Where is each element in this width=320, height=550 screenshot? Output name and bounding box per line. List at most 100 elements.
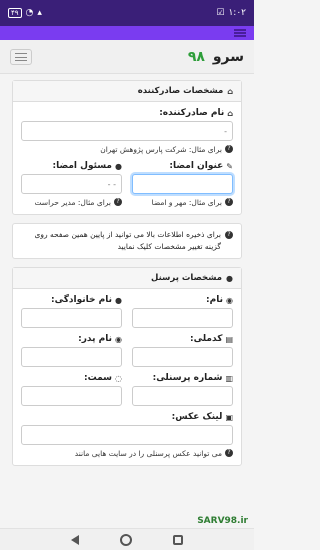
position-label-row: ◌ سمت: xyxy=(21,373,122,383)
father-group: ◉ نام پدر: xyxy=(21,334,122,367)
sign-person-help-text: برای مثال: مدیر حراست xyxy=(34,198,111,207)
user-circle-icon: ◉ xyxy=(115,334,122,344)
android-nav-bar xyxy=(0,528,254,550)
photo-input[interactable] xyxy=(21,425,233,445)
sign-title-help: ? برای مثال: مهر و امضا xyxy=(132,197,233,208)
issuer-help: ? برای مثال: شرکت پارس پژوهش تهران xyxy=(21,144,233,155)
position-group: ◌ سمت: xyxy=(21,373,122,406)
issuer-card-header: ⌂ مشخصات صادرکننده xyxy=(13,81,241,102)
number-row: ▥ شماره پرسنلی: ◌ سمت: xyxy=(21,373,233,406)
user-icon: ● xyxy=(115,161,122,171)
navbar-toggle-button[interactable] xyxy=(10,48,32,65)
sign-row: ✎ عنوان امضا: ? برای مثال: مهر و امضا ● … xyxy=(21,161,233,208)
photo-label-row: ▣ لینک عکس: xyxy=(21,412,233,422)
family-group: ● نام خانوادگی: xyxy=(21,295,122,328)
sign-title-label: عنوان امضا: xyxy=(169,161,224,171)
menu-icon xyxy=(15,52,27,61)
issuer-card-body: ⌂ نام صادرکننده: - ? برای مثال: شرکت پار… xyxy=(13,102,241,214)
father-input[interactable] xyxy=(21,347,122,367)
save-info-text: برای ذخیره اطلاعات بالا می توانید از پای… xyxy=(34,230,221,251)
family-label-row: ● نام خانوادگی: xyxy=(21,295,122,305)
personnel-no-label-row: ▥ شماره پرسنلی: xyxy=(132,373,233,383)
question-icon: ? xyxy=(225,231,233,239)
name-row: ◉ نام: ● نام خانوادگی: xyxy=(21,295,233,328)
personnel-card-title: مشخصات پرسنل xyxy=(151,273,223,283)
personnel-card-header: ● مشخصات پرسنل xyxy=(13,268,241,289)
sign-person-input[interactable]: - - xyxy=(21,174,122,194)
photo-label: لینک عکس: xyxy=(171,412,223,422)
issuer-label: نام صادرکننده: xyxy=(159,108,225,118)
position-label: سمت: xyxy=(84,373,113,383)
question-icon: ? xyxy=(225,449,233,457)
issuer-input[interactable]: - xyxy=(21,121,233,141)
sign-person-group: ● مسئول امضا: - - ? برای مثال: مدیر حراس… xyxy=(21,161,122,208)
sign-title-help-text: برای مثال: مهر و امضا xyxy=(151,198,222,207)
sign-title-group: ✎ عنوان امضا: ? برای مثال: مهر و امضا xyxy=(132,161,233,208)
sign-person-label-row: ● مسئول امضا: xyxy=(21,161,122,171)
position-input[interactable] xyxy=(21,386,122,406)
app-bar xyxy=(0,26,254,40)
issuer-group: ⌂ نام صادرکننده: - ? برای مثال: شرکت پار… xyxy=(21,108,233,155)
app-menu-icon[interactable] xyxy=(234,29,246,37)
status-right: ☑ ۱:۰۲ xyxy=(216,8,246,18)
personnel-card: ● مشخصات پرسنل ◉ نام: ● نام خانوادگی: ▤ … xyxy=(12,267,242,466)
question-icon: ? xyxy=(225,198,233,206)
site-watermark: SARV98.ir xyxy=(197,516,248,526)
sign-person-help: ? برای مثال: مدیر حراست xyxy=(21,197,122,208)
brand-name: سرو xyxy=(212,48,244,65)
name-input[interactable] xyxy=(132,308,233,328)
question-icon: ? xyxy=(225,145,233,153)
name-label: نام: xyxy=(206,295,224,305)
personnel-no-group: ▥ شماره پرسنلی: xyxy=(132,373,233,406)
battery-indicator: ۴۹ xyxy=(8,8,22,18)
status-bar: ۴۹ ◔ ▴ ☑ ۱:۰۲ xyxy=(0,0,254,26)
issuer-help-text: برای مثال: شرکت پارس پژوهش تهران xyxy=(100,145,222,154)
main-content: ⌂ مشخصات صادرکننده ⌂ نام صادرکننده: - ? … xyxy=(0,74,254,466)
user-icon: ● xyxy=(115,295,122,305)
name-group: ◉ نام: xyxy=(132,295,233,328)
personnel-card-body: ◉ نام: ● نام خانوادگی: ▤ کدملی: ◉ نام پد… xyxy=(13,289,241,465)
image-icon: ▣ xyxy=(225,412,233,422)
father-label: نام پدر: xyxy=(78,334,113,344)
sign-person-label: مسئول امضا: xyxy=(52,161,113,171)
photo-help-text: می توانید عکس پرسنلی را در سایت هایی مان… xyxy=(74,449,222,458)
save-info-box: ? برای ذخیره اطلاعات بالا می توانید از پ… xyxy=(12,223,242,259)
name-label-row: ◉ نام: xyxy=(132,295,233,305)
photo-group: ▣ لینک عکس: ? می توانید عکس پرسنلی را در… xyxy=(21,412,233,459)
clock: ۱:۰۲ xyxy=(228,8,246,18)
sign-title-input[interactable] xyxy=(132,174,233,194)
personnel-no-input[interactable] xyxy=(132,386,233,406)
user-icon: ● xyxy=(226,273,233,283)
wifi-icon: ◔ xyxy=(25,8,34,18)
site-logo[interactable]: سرو ۹۸ xyxy=(188,49,244,65)
family-label: نام خانوادگی: xyxy=(50,295,113,305)
sign-title-label-row: ✎ عنوان امضا: xyxy=(132,161,233,171)
back-icon[interactable] xyxy=(70,534,79,545)
site-navbar: سرو ۹۸ xyxy=(0,40,254,74)
edit-icon: ✎ xyxy=(226,161,233,171)
home-button-icon[interactable] xyxy=(119,533,132,546)
father-label-row: ◉ نام پدر: xyxy=(21,334,122,344)
home-icon: ⌂ xyxy=(227,86,233,96)
brand-number: ۹۸ xyxy=(187,48,205,65)
comment-icon: ◌ xyxy=(115,373,122,383)
home-icon: ⌂ xyxy=(227,108,233,118)
user-circle-icon: ◉ xyxy=(226,295,233,305)
issuer-card: ⌂ مشخصات صادرکننده ⌂ نام صادرکننده: - ? … xyxy=(12,80,242,215)
id-card-icon: ▤ xyxy=(225,334,233,344)
signal-icon: ▴ xyxy=(37,8,42,18)
national-code-input[interactable] xyxy=(132,347,233,367)
personnel-no-label: شماره پرسنلی: xyxy=(152,373,223,383)
question-icon: ? xyxy=(114,198,122,206)
code-row: ▤ کدملی: ◉ نام پدر: xyxy=(21,334,233,367)
issuer-card-title: مشخصات صادرکننده xyxy=(137,86,224,96)
status-left: ۴۹ ◔ ▴ xyxy=(8,8,42,18)
national-code-label: کدملی: xyxy=(190,334,223,344)
recents-icon[interactable] xyxy=(173,534,184,545)
issuer-label-row: ⌂ نام صادرکننده: xyxy=(21,108,233,118)
barcode-icon: ▥ xyxy=(225,373,233,383)
national-code-label-row: ▤ کدملی: xyxy=(132,334,233,344)
family-input[interactable] xyxy=(21,308,122,328)
photo-help: ? می توانید عکس پرسنلی را در سایت هایی م… xyxy=(21,448,233,459)
checkbox-notification-icon: ☑ xyxy=(216,8,225,18)
